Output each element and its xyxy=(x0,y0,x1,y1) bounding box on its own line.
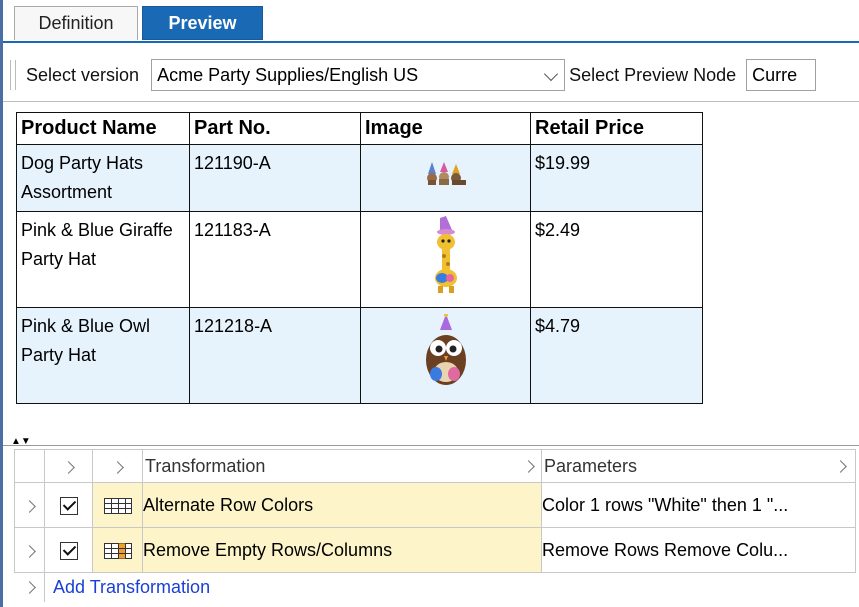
transform-icon-cell xyxy=(92,482,143,528)
toolbar-grip[interactable] xyxy=(10,60,16,90)
preview-node-value: Curre xyxy=(752,64,798,85)
product-image-cell xyxy=(360,307,531,404)
column-header-parameters[interactable]: Parameters xyxy=(541,449,856,483)
transformation-row[interactable]: Alternate Row Colors Color 1 rows "White… xyxy=(14,482,856,528)
chevron-right-icon xyxy=(22,580,36,594)
version-select[interactable]: Acme Party Supplies/English US xyxy=(151,59,566,91)
column-header-image: Image xyxy=(360,112,531,145)
left-border xyxy=(0,0,3,607)
toolbar-divider xyxy=(3,101,859,102)
product-image-cell xyxy=(360,211,531,308)
tab-definition[interactable]: Definition xyxy=(14,6,138,40)
part-no-cell: 121218-A xyxy=(189,307,361,404)
grid-header-check[interactable] xyxy=(44,449,93,483)
table-row: Pink & Blue Giraffe Party Hat 121183-A $… xyxy=(16,211,703,308)
select-version-label: Select version xyxy=(26,64,140,85)
grid-header-icon[interactable] xyxy=(92,449,143,483)
part-no-cell: 121183-A xyxy=(189,211,361,308)
chevron-right-icon xyxy=(23,544,36,558)
table-grid-orange-icon xyxy=(103,542,132,559)
chevron-down-icon[interactable] xyxy=(543,66,559,82)
retail-price-cell: $2.49 xyxy=(530,211,703,308)
chevron-right-icon xyxy=(62,460,75,474)
add-row-expander[interactable] xyxy=(14,572,45,602)
column-header-product-name: Product Name xyxy=(16,112,190,145)
row-checkbox-cell[interactable] xyxy=(44,527,93,573)
transformation-header-label: Transformation xyxy=(145,455,266,476)
parameters-cell[interactable]: Remove Rows Remove Colu... xyxy=(541,527,856,573)
transformation-row[interactable]: Remove Empty Rows/Columns Remove Rows Re… xyxy=(14,527,856,573)
parameters-cell[interactable]: Color 1 rows "White" then 1 "... xyxy=(541,482,856,528)
pane-divider xyxy=(3,445,859,446)
giraffe-party-hat-icon xyxy=(434,216,457,293)
enabled-checkbox[interactable] xyxy=(59,541,78,560)
chevron-right-icon xyxy=(111,460,124,474)
preview-toolbar: Select version Acme Party Supplies/Engli… xyxy=(10,54,859,96)
tab-preview[interactable]: Preview xyxy=(142,6,263,40)
row-expander[interactable] xyxy=(14,482,45,528)
select-node-label: Select Preview Node xyxy=(569,64,737,85)
retail-price-cell: $19.99 xyxy=(530,144,703,212)
product-name-cell: Pink & Blue Giraffe Party Hat xyxy=(16,211,190,308)
tab-bar: Definition Preview xyxy=(14,6,267,43)
row-expander[interactable] xyxy=(14,527,45,573)
owl-party-hat-icon xyxy=(425,313,466,385)
product-table: Product Name Part No. Image Retail Price… xyxy=(16,112,703,404)
chevron-right-icon xyxy=(522,460,535,473)
add-transformation-row: Add Transformation xyxy=(14,571,859,603)
retail-price-cell: $4.79 xyxy=(530,307,703,404)
version-select-value: Acme Party Supplies/English US xyxy=(157,64,419,85)
column-header-part-no: Part No. xyxy=(189,112,361,145)
column-header-retail-price: Retail Price xyxy=(530,112,703,145)
product-name-cell: Dog Party Hats Assortment xyxy=(16,144,190,212)
transform-icon-cell xyxy=(92,527,143,573)
chevron-right-icon xyxy=(834,460,847,473)
transformation-name-cell[interactable]: Remove Empty Rows/Columns xyxy=(142,527,542,573)
column-header-transformation[interactable]: Transformation xyxy=(142,449,542,483)
chevron-right-icon xyxy=(23,499,36,513)
row-checkbox-cell[interactable] xyxy=(44,482,93,528)
part-no-cell: 121190-A xyxy=(189,144,361,212)
grid-header-row: Transformation Parameters xyxy=(14,449,856,483)
preview-node-select[interactable]: Curre xyxy=(746,59,817,91)
transformation-grid: Transformation Parameters Alternate Row … xyxy=(14,449,856,573)
product-image-cell xyxy=(360,144,531,212)
parameters-header-label: Parameters xyxy=(544,455,638,476)
dog-party-hats-icon xyxy=(426,161,466,185)
enabled-checkbox[interactable] xyxy=(59,496,78,515)
grid-header-spacer xyxy=(14,449,45,483)
add-transformation-link[interactable]: Add Transformation xyxy=(53,577,210,598)
tab-underline xyxy=(3,41,859,43)
table-row: Pink & Blue Owl Party Hat 121218-A $4.79 xyxy=(16,307,703,404)
table-grid-icon xyxy=(103,497,132,514)
transformation-name-cell[interactable]: Alternate Row Colors xyxy=(142,482,542,528)
product-name-cell: Pink & Blue Owl Party Hat xyxy=(16,307,190,404)
table-row: Dog Party Hats Assortment 121190-A $19.9… xyxy=(16,144,703,212)
table-header-row: Product Name Part No. Image Retail Price xyxy=(16,112,703,145)
